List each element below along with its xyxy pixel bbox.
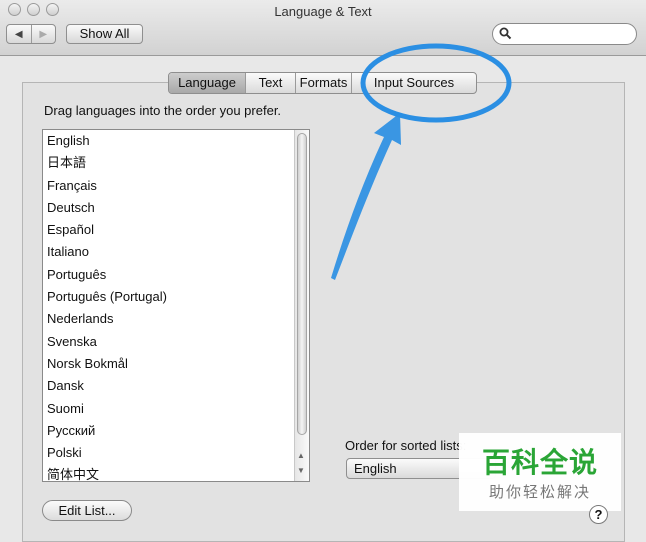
list-item[interactable]: Русский [43, 420, 309, 442]
list-item[interactable]: Polski [43, 442, 309, 464]
list-item[interactable]: Español [43, 219, 309, 241]
window-title: Language & Text [274, 4, 372, 19]
list-item[interactable]: 简体中文 [43, 464, 309, 481]
list-item[interactable]: Português (Portugal) [43, 286, 309, 308]
edit-list-button[interactable]: Edit List... [42, 500, 132, 521]
list-item[interactable]: English [43, 130, 309, 152]
list-item[interactable]: Svenska [43, 331, 309, 353]
list-item[interactable]: 日本語 [43, 152, 309, 174]
watermark-title: 百科全说 [481, 447, 598, 478]
scrollbar-thumb[interactable] [297, 133, 307, 435]
tab-bar: Language Text Formats Input Sources [168, 72, 477, 94]
watermark: 百科全说 助你轻松解决 [459, 433, 621, 511]
tab-input-sources[interactable]: Input Sources [352, 73, 476, 93]
list-item[interactable]: Português [43, 264, 309, 286]
list-item[interactable]: Nederlands [43, 308, 309, 330]
language-instructions: Drag languages into the order you prefer… [44, 103, 282, 118]
watermark-subtitle: 助你轻松解决 [488, 484, 591, 501]
tab-text[interactable]: Text [246, 73, 296, 93]
language-list[interactable]: English 日本語 Français Deutsch Español Ita… [42, 129, 310, 482]
back-icon[interactable]: ◀ [7, 25, 31, 43]
help-button[interactable]: ? [589, 505, 608, 524]
navigation-buttons: ◀ ▶ [6, 24, 56, 44]
list-item[interactable]: Deutsch [43, 197, 309, 219]
scroll-down-icon[interactable]: ▼ [297, 466, 305, 475]
list-scrollbar[interactable]: ▲ ▼ [294, 130, 309, 481]
scroll-up-icon[interactable]: ▲ [297, 451, 305, 460]
search-icon [499, 27, 512, 40]
list-item[interactable]: Italiano [43, 241, 309, 263]
sort-order-label: Order for sorted lists: [345, 438, 467, 453]
list-item[interactable]: Suomi [43, 398, 309, 420]
show-all-button[interactable]: Show All [66, 24, 143, 44]
search-field[interactable] [492, 23, 637, 45]
tab-formats[interactable]: Formats [296, 73, 352, 93]
tab-language[interactable]: Language [169, 73, 246, 93]
forward-icon[interactable]: ▶ [30, 25, 56, 43]
list-item[interactable]: Norsk Bokmål [43, 353, 309, 375]
title-bar: Language & Text ◀ ▶ Show All [0, 0, 646, 56]
list-item[interactable]: Dansk [43, 375, 309, 397]
list-item[interactable]: Français [43, 175, 309, 197]
